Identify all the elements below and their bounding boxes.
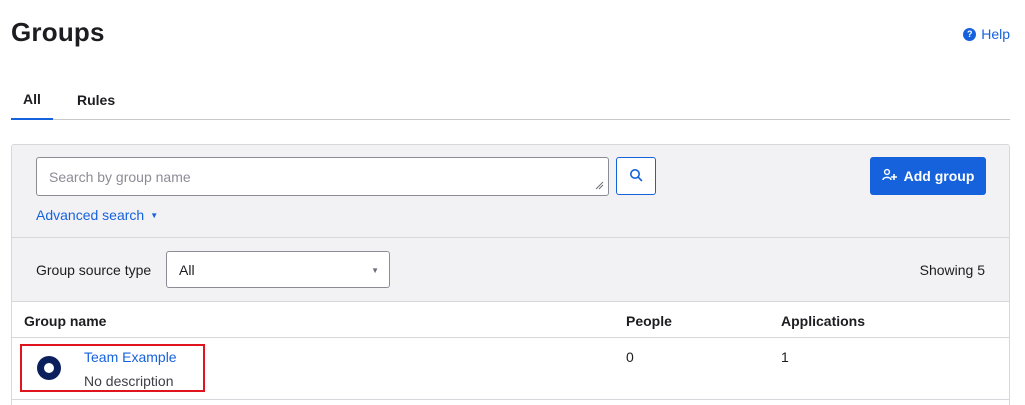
group-avatar-icon: [37, 356, 61, 380]
group-source-type-label: Group source type: [36, 262, 152, 278]
caret-down-icon: ▼: [150, 210, 159, 220]
magnifier-icon: [629, 168, 643, 185]
filter-row: Group source type All ▼ Showing 5: [12, 238, 1009, 302]
add-group-label: Add group: [903, 168, 975, 184]
advanced-search-label: Advanced search: [36, 207, 145, 223]
help-circle-icon: ?: [963, 27, 977, 41]
tab-all[interactable]: All: [11, 80, 53, 120]
table-row: Team Example No description 0 1: [12, 338, 1009, 400]
group-source-type-value: All: [179, 261, 195, 278]
tab-rules-label: Rules: [77, 91, 116, 108]
people-count: 0: [626, 349, 634, 365]
results-count: Showing 5: [919, 262, 985, 278]
groups-panel: Advanced search ▼ Add group Group source…: [11, 144, 1010, 405]
group-description: No description: [84, 373, 174, 389]
page-title: Groups: [11, 17, 105, 47]
search-input[interactable]: [36, 157, 609, 196]
group-source-type-select[interactable]: All ▼: [166, 251, 390, 288]
tab-rules[interactable]: Rules: [77, 80, 115, 119]
help-link[interactable]: ? Help: [963, 26, 1010, 42]
chevron-down-icon: ▼: [371, 266, 379, 275]
group-name-link[interactable]: Team Example: [84, 349, 177, 365]
table-header: Group name People Applications: [12, 302, 1009, 338]
column-header-group-name[interactable]: Group name: [24, 313, 106, 329]
tab-bar: All Rules: [11, 80, 1010, 120]
applications-count: 1: [781, 349, 789, 365]
add-group-button[interactable]: Add group: [870, 157, 986, 195]
search-button[interactable]: [616, 157, 656, 195]
advanced-search-link[interactable]: Advanced search ▼: [36, 207, 158, 223]
search-toolbar: Advanced search ▼ Add group: [12, 145, 1009, 238]
tab-all-label: All: [23, 91, 41, 107]
help-label: Help: [981, 26, 1010, 42]
add-people-icon: [881, 168, 898, 185]
column-header-people[interactable]: People: [626, 313, 672, 329]
column-header-applications[interactable]: Applications: [781, 313, 865, 329]
